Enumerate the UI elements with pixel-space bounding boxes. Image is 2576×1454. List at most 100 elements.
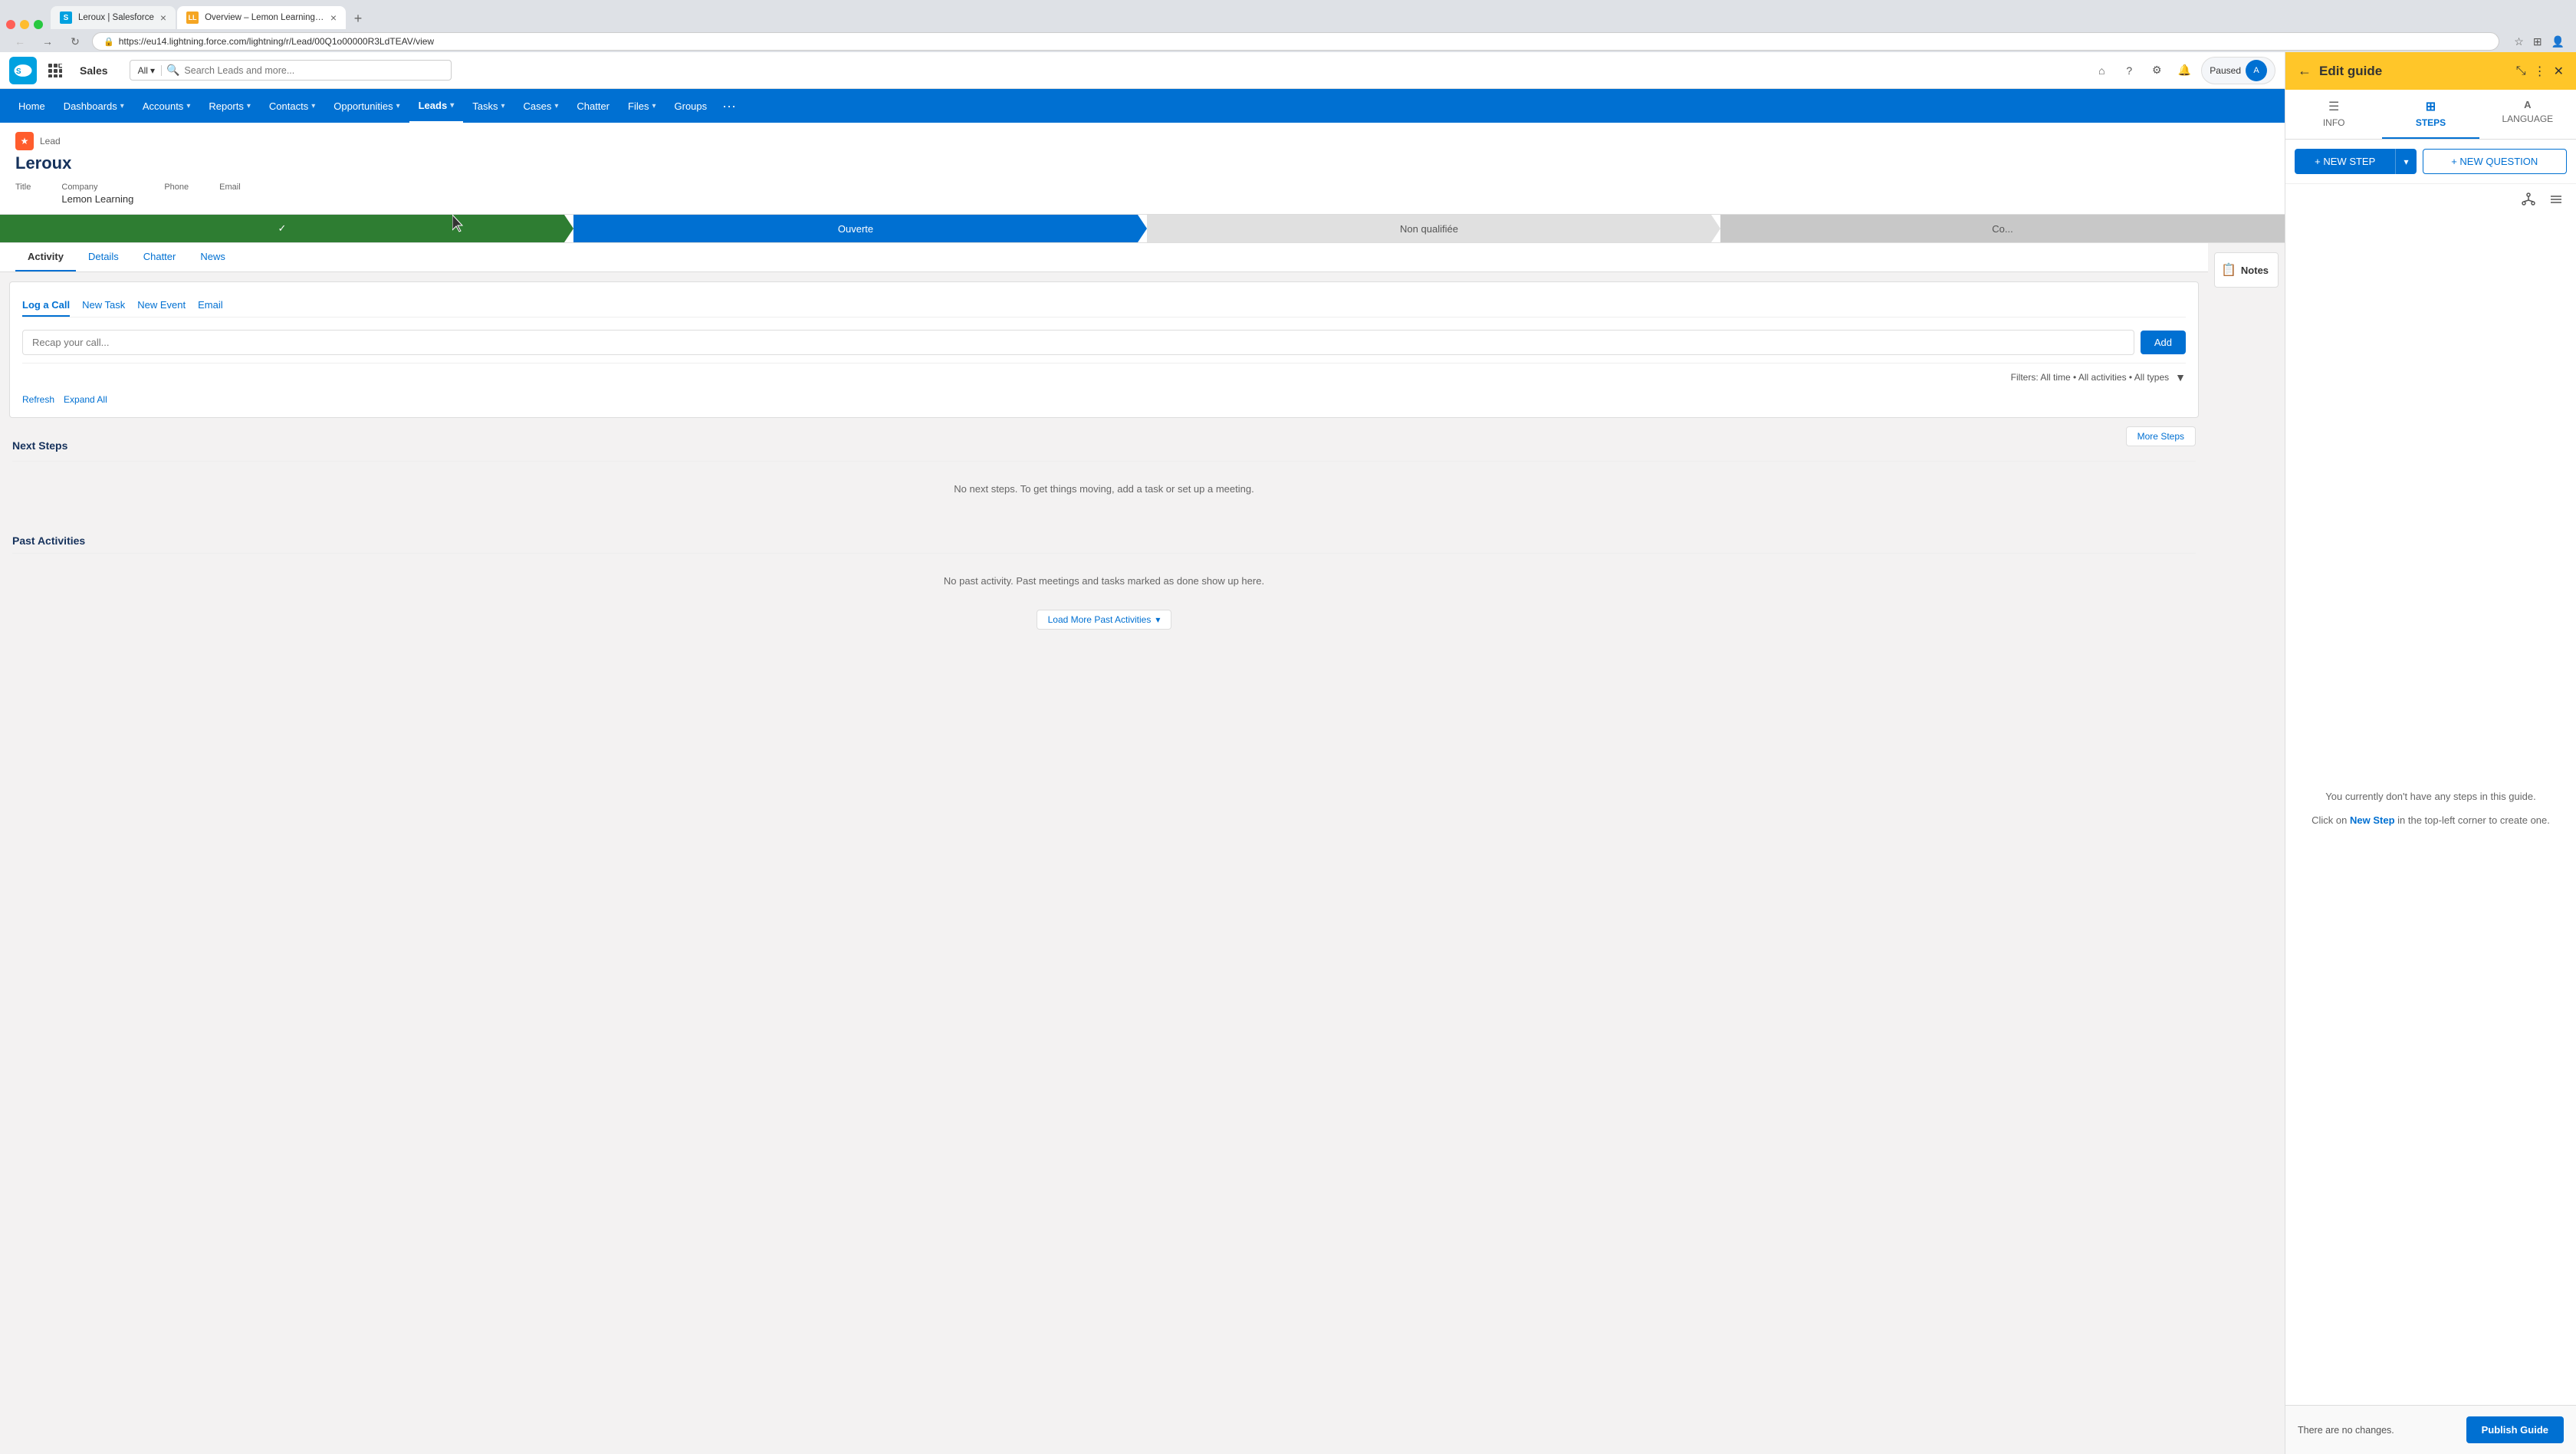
refresh-link[interactable]: Refresh: [22, 394, 54, 405]
tab-activity[interactable]: Activity: [15, 243, 76, 271]
tab-1-close[interactable]: ×: [160, 12, 166, 23]
tab-2-close[interactable]: ×: [330, 12, 337, 23]
status-step-pending2-label: Co...: [1992, 223, 2013, 235]
subtab-new-task[interactable]: New Task: [82, 294, 125, 317]
navbar-more-button[interactable]: ···: [716, 98, 742, 114]
lead-field-title: Title: [15, 183, 31, 205]
eg-tab-language[interactable]: A LANGUAGE: [2479, 90, 2576, 139]
eg-header-right: ⤡ ⋮ ✕: [2516, 64, 2564, 79]
new-step-button[interactable]: + NEW STEP: [2295, 149, 2395, 174]
more-steps-button[interactable]: More Steps: [2126, 426, 2196, 446]
bookmark-icon[interactable]: ☆: [2512, 33, 2526, 51]
navbar-item-opportunities[interactable]: Opportunities ▾: [324, 89, 409, 123]
navbar-item-groups[interactable]: Groups: [665, 89, 717, 123]
eg-tab-steps[interactable]: ⊞ STEPS: [2382, 90, 2479, 139]
navbar-item-dashboards[interactable]: Dashboards ▾: [54, 89, 133, 123]
browser-tab-1[interactable]: S Leroux | Salesforce ×: [51, 6, 176, 29]
activity-add-button[interactable]: Add: [2141, 331, 2186, 354]
eg-expand-icon[interactable]: ⤡: [2516, 64, 2526, 78]
tab-2-title: Overview – Lemon Learning Ad: [205, 13, 324, 22]
navbar-item-reports[interactable]: Reports ▾: [199, 89, 260, 123]
navbar-item-files[interactable]: Files ▾: [619, 89, 665, 123]
eg-footer: There are no changes. Publish Guide: [2285, 1405, 2576, 1454]
back-button[interactable]: ←: [9, 31, 31, 52]
browser-tab-2[interactable]: LL Overview – Lemon Learning Ad ×: [177, 6, 346, 29]
edit-guide-panel: ← Edit guide ⤡ ⋮ ✕ ☰ INFO ⊞ STEPS A LANG…: [2285, 52, 2576, 1454]
navbar-item-chatter[interactable]: Chatter: [567, 89, 619, 123]
navbar-item-contacts[interactable]: Contacts ▾: [260, 89, 324, 123]
eg-new-step-link[interactable]: New Step: [2350, 814, 2395, 826]
tab-1-favicon: S: [60, 12, 72, 24]
eg-action-buttons: + NEW STEP ▾ + NEW QUESTION: [2285, 140, 2576, 184]
eg-tab-info[interactable]: ☰ INFO: [2285, 90, 2382, 139]
extensions-icon[interactable]: ⊞: [2531, 33, 2545, 51]
past-activities-section: Past Activities No past activity. Past m…: [0, 522, 2208, 642]
eg-tab-steps-label: STEPS: [2416, 117, 2446, 128]
contacts-chevron-icon: ▾: [311, 102, 315, 110]
profile-icon[interactable]: 👤: [2549, 33, 2567, 51]
opportunities-chevron-icon: ▾: [396, 102, 400, 110]
close-window-button[interactable]: [6, 20, 15, 29]
user-avatar: A: [2246, 60, 2267, 81]
status-arrow-pending: [1711, 215, 1720, 242]
eg-back-button[interactable]: ←: [2298, 63, 2312, 79]
notes-title: Notes: [2241, 265, 2269, 276]
navbar-item-home[interactable]: Home: [9, 89, 54, 123]
help-icon[interactable]: ?: [2118, 60, 2140, 81]
sf-search-input[interactable]: [184, 65, 442, 76]
eg-close-icon[interactable]: ✕: [2554, 64, 2564, 79]
activity-container: Log a Call New Task New Event Email: [9, 281, 2199, 418]
tab-chatter[interactable]: Chatter: [131, 243, 189, 271]
dashboards-chevron-icon: ▾: [120, 102, 124, 110]
tab-news[interactable]: News: [188, 243, 238, 271]
status-step-active[interactable]: Ouverte: [573, 215, 1138, 242]
status-step-pending2[interactable]: Co...: [1720, 215, 2285, 242]
sf-logo[interactable]: S: [9, 57, 37, 84]
setup-icon[interactable]: ⚙: [2146, 60, 2167, 81]
eg-tree-icon[interactable]: [2516, 187, 2541, 212]
expand-all-link[interactable]: Expand All: [64, 394, 107, 405]
navbar-tasks-label: Tasks: [472, 100, 498, 112]
eg-menu-icon[interactable]: ⋮: [2534, 64, 2546, 79]
home-icon[interactable]: ⌂: [2091, 60, 2112, 81]
sf-search-bar[interactable]: All ▾ 🔍: [130, 60, 452, 81]
eg-list-icon[interactable]: [2544, 187, 2568, 212]
sf-search-all-dropdown[interactable]: All ▾: [138, 65, 162, 76]
status-step-pending[interactable]: Non qualifiée: [1147, 215, 1711, 242]
filter-icon[interactable]: ▼: [2175, 371, 2186, 383]
search-all-chevron-icon: ▾: [150, 65, 155, 76]
lead-field-company-label: Company: [61, 183, 133, 192]
activity-filters: Filters: All time • All activities • All…: [22, 363, 2186, 391]
forward-button[interactable]: →: [37, 31, 58, 52]
eg-empty-message-1: You currently don't have any steps in th…: [2325, 789, 2535, 804]
url-bar[interactable]: 🔒 https://eu14.lightning.force.com/light…: [92, 32, 2499, 51]
new-tab-button[interactable]: +: [347, 8, 369, 29]
subtab-new-event[interactable]: New Event: [137, 294, 186, 317]
navbar-item-tasks[interactable]: Tasks ▾: [463, 89, 514, 123]
eg-footer-text: There are no changes.: [2298, 1425, 2394, 1436]
navbar-item-leads[interactable]: Leads ▾: [409, 89, 464, 123]
new-question-button[interactable]: + NEW QUESTION: [2423, 149, 2568, 174]
tasks-chevron-icon: ▾: [501, 102, 504, 110]
refresh-button[interactable]: ↻: [64, 31, 86, 52]
sf-content: ★ Lead Leroux Title Company Lemon Learni…: [0, 123, 2285, 1454]
app-launcher-icon[interactable]: [43, 58, 67, 83]
maximize-window-button[interactable]: [34, 20, 43, 29]
lead-field-email: Email: [219, 183, 241, 205]
navbar-item-cases[interactable]: Cases ▾: [514, 89, 567, 123]
subtab-log-call[interactable]: Log a Call: [22, 294, 70, 317]
lead-field-title-label: Title: [15, 183, 31, 192]
sf-navbar: Home Dashboards ▾ Accounts ▾ Reports ▾ C…: [0, 89, 2285, 123]
tab-details[interactable]: Details: [76, 243, 131, 271]
minimize-window-button[interactable]: [20, 20, 29, 29]
new-step-dropdown-button[interactable]: ▾: [2395, 149, 2416, 174]
notifications-icon[interactable]: 🔔: [2174, 60, 2195, 81]
activity-input[interactable]: [22, 330, 2134, 355]
paused-indicator[interactable]: Paused A: [2201, 57, 2275, 84]
publish-guide-button[interactable]: Publish Guide: [2466, 1416, 2564, 1443]
main-left: Activity Details Chatter News: [0, 243, 2208, 642]
load-more-activities-button[interactable]: Load More Past Activities ▾: [1037, 610, 1172, 630]
status-step-done[interactable]: ✓: [0, 215, 564, 242]
navbar-item-accounts[interactable]: Accounts ▾: [133, 89, 200, 123]
subtab-email[interactable]: Email: [198, 294, 223, 317]
